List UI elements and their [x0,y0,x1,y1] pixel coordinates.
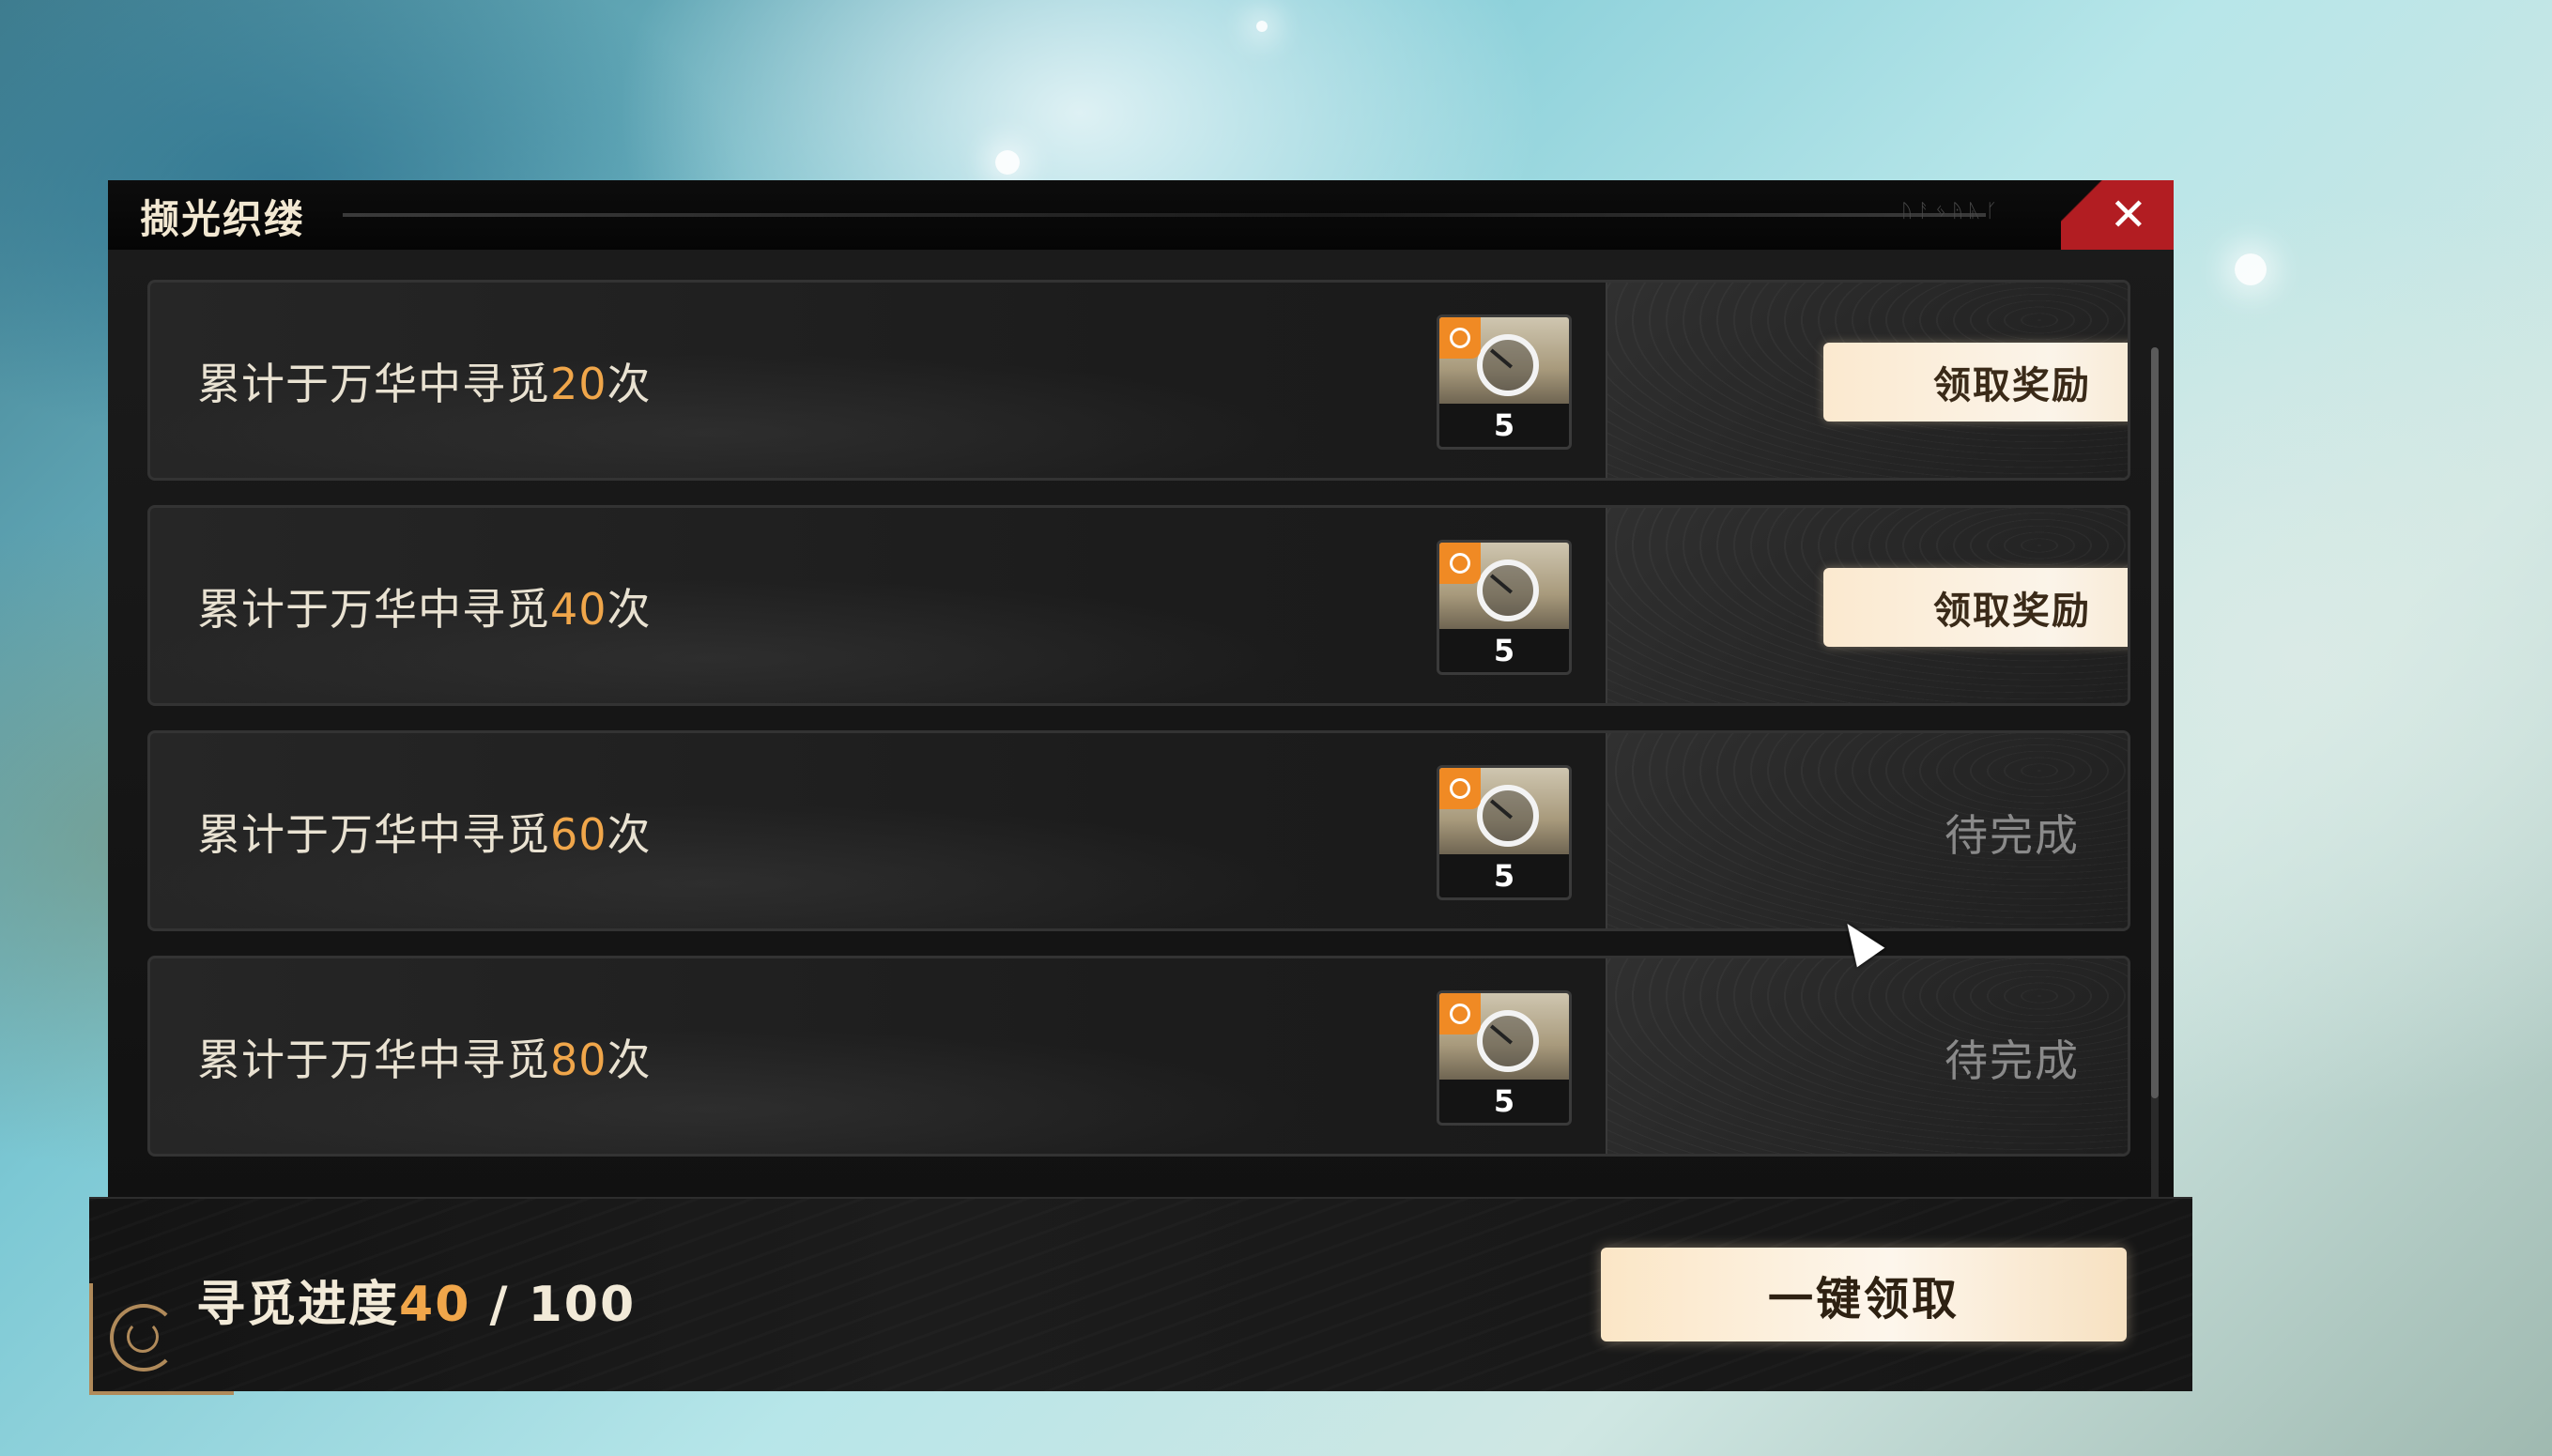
task-label: 累计于万华中寻觅80次 [197,1035,652,1085]
clock-icon [1439,543,1481,584]
task-count: 80 [550,1035,607,1085]
reward-quantity: 5 [1493,407,1515,443]
reward-quantity: 5 [1493,1083,1515,1119]
claim-all-button[interactable]: 一键领取 [1601,1248,2127,1341]
clock-icon [1439,317,1481,359]
progress-text: 寻觅进度40 / 100 [196,1277,637,1333]
bg-sparkle [995,150,1020,175]
pending-status: 待完成 [1945,810,2080,861]
dialog-titlebar: 撷光织缕 ᚢᚨᛃᚤᚣᚴ ✕ [108,180,2174,252]
task-label: 累计于万华中寻觅20次 [197,359,652,409]
dialog-title: 撷光织缕 [140,196,306,242]
bg-sparkle [1256,21,1268,32]
task-count: 40 [550,584,607,635]
task-row: 累计于万华中寻觅40次 5 领取奖励 [147,505,2130,706]
close-button[interactable]: ✕ [2061,180,2174,250]
clock-icon [1439,768,1481,809]
task-row: 累计于万华中寻觅20次 5 领取奖励 [147,280,2130,481]
pending-status: 待完成 [1945,1035,2080,1086]
reward-dialog: 撷光织缕 ᚢᚨᛃᚤᚣᚴ ✕ 累计于万华中寻觅20次 5 领取奖励 累计于万华中寻… [108,180,2174,1249]
list-scrollbar[interactable] [2151,347,2159,1249]
task-row: 累计于万华中寻觅60次 5 待完成 [147,730,2130,931]
title-divider [343,213,1986,217]
claim-reward-button[interactable]: 领取奖励 [1823,343,2128,421]
clock-icon [1439,993,1481,1035]
reward-quantity: 5 [1493,858,1515,894]
task-count: 20 [550,359,607,409]
scrollbar-thumb[interactable] [2151,347,2159,1098]
reward-quantity: 5 [1493,633,1515,668]
reward-item[interactable]: 5 [1437,540,1572,675]
bg-sparkle [2235,253,2267,285]
task-label: 累计于万华中寻觅40次 [197,584,652,635]
progress-current: 40 [399,1277,471,1333]
reward-item[interactable]: 5 [1437,990,1572,1126]
task-count: 60 [550,809,607,860]
task-list: 累计于万华中寻觅20次 5 领取奖励 累计于万华中寻觅40次 5 领取奖励 累计… [108,250,2174,1249]
claim-reward-button[interactable]: 领取奖励 [1823,568,2128,647]
reward-item[interactable]: 5 [1437,314,1572,450]
progress-footer: 寻觅进度40 / 100 一键领取 [89,1197,2192,1395]
reward-item[interactable]: 5 [1437,765,1572,900]
task-row: 累计于万华中寻觅80次 5 待完成 [147,956,2130,1157]
close-icon: ✕ [2109,189,2147,241]
progress-total: 100 [528,1277,637,1333]
title-decoration: ᚢᚨᛃᚤᚣᚴ [1901,199,2003,222]
task-label: 累计于万华中寻觅60次 [197,809,652,860]
